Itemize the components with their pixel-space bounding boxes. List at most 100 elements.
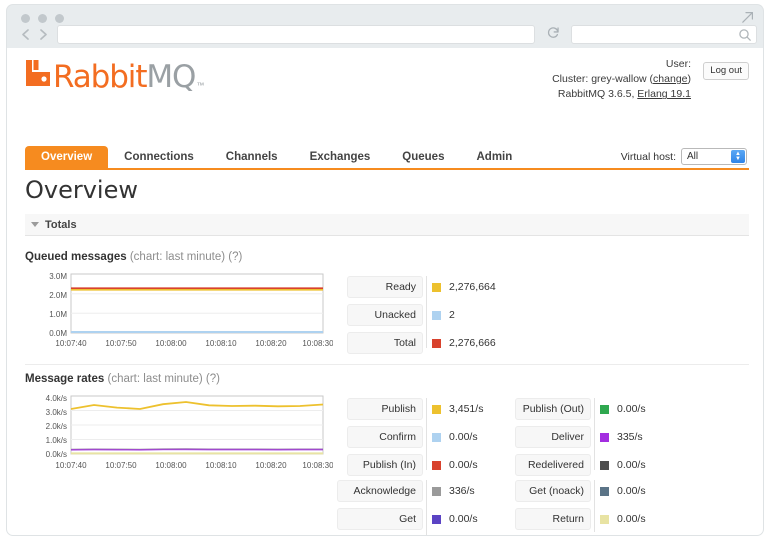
svg-text:10:08:30: 10:08:30 [302,461,333,470]
svg-text:10:07:50: 10:07:50 [105,339,137,348]
user-line: User: [552,57,691,72]
svg-text:10:08:20: 10:08:20 [255,461,287,470]
url-bar[interactable] [57,25,535,44]
tab-queues[interactable]: Queues [386,146,460,170]
svg-text:10:08:30: 10:08:30 [302,339,333,348]
cluster-change-link[interactable]: change [653,73,687,85]
legend-value-return: 0.00/s [617,513,646,526]
message-rates-label: Message rates [25,373,105,385]
tab-overview[interactable]: Overview [25,146,109,170]
svg-text:2.0k/s: 2.0k/s [46,422,67,431]
tab-channels[interactable]: Channels [210,146,294,170]
logout-button[interactable]: Log out [703,62,749,80]
message-rates-subtitle: (chart: last minute) (?) [107,373,220,385]
reload-icon [547,26,560,44]
svg-text:1.0k/s: 1.0k/s [46,436,67,445]
version-line: RabbitMQ 3.6.5, Erlang 19.1 [557,88,691,101]
queued-messages-label: Queued messages [25,251,127,263]
back-chevron-icon[interactable] [19,27,32,42]
legend-value-total: 2,276,666 [449,337,496,350]
svg-text:10:08:10: 10:08:10 [205,339,237,348]
legend-label-acknowledge: Acknowledge [337,480,423,503]
message-rates-title: Message rates (chart: last minute) (?) [25,373,220,385]
legend-swatch-publish-out [599,404,609,414]
forward-chevron-icon[interactable] [37,27,50,42]
legend-value-publish-in: 0.00/s [449,459,478,472]
legend-swatch-publish-in [431,460,441,470]
legend-label-deliver: Deliver [515,426,591,449]
legend-swatch-confirm [431,432,441,442]
tab-connections[interactable]: Connections [108,146,210,170]
legend-label-unacked: Unacked [347,304,423,327]
header-info: User: Cluster: grey-wallow (change) Rabb… [552,57,691,103]
legend-value-deliver: 335/s [617,431,643,444]
resize-icon[interactable] [741,11,754,29]
queued-messages-chart: 3.0M 2.0M 1.0M 0.0M 10:07:40 10:07:50 10… [33,270,334,360]
erlang-version-link[interactable]: Erlang 19.1 [637,88,691,100]
svg-text:0.0k/s: 0.0k/s [46,450,67,459]
legend-value-publish: 3,451/s [449,403,484,416]
queued-messages-legend: Ready 2,276,664 Unacked 2 Total 2,276,66… [347,276,496,355]
legend-value-unacked: 2 [449,309,455,322]
browser-chrome [6,4,764,48]
zoom-window-dot[interactable] [55,14,64,23]
legend-value-get-noack: 0.00/s [617,485,646,498]
totals-section-header[interactable]: Totals [25,214,749,236]
virtual-host-selector[interactable]: Virtual host: All ▲ ▼ [621,148,747,165]
minimize-window-dot[interactable] [38,14,47,23]
legend-swatch-get [431,514,441,524]
svg-text:3.0M: 3.0M [49,272,67,281]
virtual-host-select[interactable]: All ▲ ▼ [681,148,747,165]
legend-swatch-ready [431,282,441,292]
legend-label-get: Get [337,508,423,531]
rates-right-divider-2 [594,480,595,532]
rates-legend-right-group1: Publish (Out) 0.00/s Deliver 335/s Redel… [515,398,646,477]
legend-label-publish-out: Publish (Out) [515,398,591,421]
legend-value-publish-out: 0.00/s [617,403,646,416]
legend-swatch-unacked [431,310,441,320]
browser-search-bar[interactable] [571,25,757,44]
legend-swatch-total [431,338,441,348]
cluster-value: grey-wallow [591,73,647,86]
legend-label-ready: Ready [347,276,423,299]
svg-text:0.0M: 0.0M [49,329,67,338]
svg-text:10:08:00: 10:08:00 [155,461,187,470]
legend-label-confirm: Confirm [347,426,423,449]
rates-legend-right-group2: Get (noack) 0.00/s Return 0.00/s [515,480,646,531]
rabbitmq-logo[interactable]: Rabbit MQ ™ [25,58,204,93]
legend-label-total: Total [347,332,423,355]
legend-label-return: Return [515,508,591,531]
svg-text:10:07:40: 10:07:40 [55,339,87,348]
legend-swatch-redelivered [599,460,609,470]
legend-label-publish-in: Publish (In) [347,454,423,477]
reload-button[interactable] [541,25,565,44]
tabs-underline [25,168,749,170]
chevron-updown-icon[interactable]: ▲ ▼ [731,150,745,163]
navigation-arrows[interactable] [19,27,50,42]
legend-swatch-acknowledge [431,486,441,496]
queued-messages-subtitle: (chart: last minute) (?) [129,251,243,263]
rates-left-divider-1 [426,398,427,470]
close-window-dot[interactable] [21,14,30,23]
search-icon [738,28,752,47]
svg-text:2.0M: 2.0M [49,291,67,300]
svg-text:3.0k/s: 3.0k/s [46,408,67,417]
chevron-down-icon[interactable] [31,222,39,227]
legend-swatch-get-noack [599,486,609,496]
logo-text-secondary: MQ [146,59,196,95]
svg-text:10:07:40: 10:07:40 [55,461,87,470]
main-nav-tabs[interactable]: Overview Connections Channels Exchanges … [25,146,528,170]
svg-text:1.0M: 1.0M [49,310,67,319]
rabbit-mark-icon [25,58,51,93]
legend-label-publish: Publish [347,398,423,421]
user-label: User: [665,58,691,70]
queued-messages-svg: 3.0M 2.0M 1.0M 0.0M 10:07:40 10:07:50 10… [49,272,334,348]
legend-label-get-noack: Get (noack) [515,480,591,503]
rates-left-divider-2 [426,480,427,535]
tab-exchanges[interactable]: Exchanges [294,146,387,170]
message-rates-chart: 4.0k/s 3.0k/s 2.0k/s 1.0k/s 0.0k/s 10:07… [33,392,334,482]
window-controls[interactable] [21,14,64,23]
logo-text-primary: Rabbit [53,59,147,95]
tab-admin[interactable]: Admin [460,146,528,170]
rates-legend-left-group2: Acknowledge 336/s Get 0.00/s Deliver (no… [337,480,478,535]
